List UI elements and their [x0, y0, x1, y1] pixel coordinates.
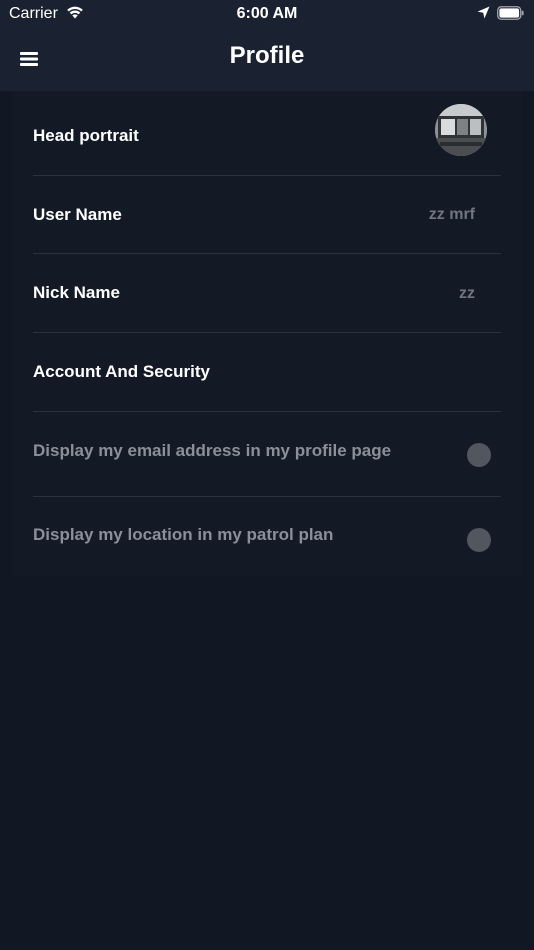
status-bar: Carrier 6:00 AM: [0, 0, 534, 28]
email-display-label: Display my email address in my profile p…: [33, 441, 392, 460]
battery-icon: [497, 6, 524, 20]
email-display-toggle[interactable]: [467, 443, 491, 467]
location-display-label: Display my location in my patrol plan: [33, 525, 334, 544]
head-portrait-label: Head portrait: [33, 126, 139, 145]
page-title: Profile: [229, 42, 305, 69]
profile-panel: Head portrait User Name zz mrf Nick Name…: [12, 91, 522, 576]
avatar[interactable]: [435, 104, 487, 156]
nick-name-label: Nick Name: [33, 283, 120, 302]
clock: 6:00 AM: [236, 5, 298, 22]
location-display-row: Display my location in my patrol plan: [33, 497, 501, 576]
nick-name-value: zz: [459, 285, 475, 302]
user-name-value: zz mrf: [428, 206, 475, 223]
location-display-toggle[interactable]: [467, 528, 491, 552]
location-arrow-icon: [477, 6, 490, 19]
head-portrait-row[interactable]: Head portrait: [33, 91, 501, 175]
avatar-image: [435, 104, 487, 156]
user-name-row[interactable]: User Name zz mrf: [33, 176, 501, 254]
email-display-row: Display my email address in my profile p…: [33, 412, 501, 496]
nick-name-row[interactable]: Nick Name zz: [33, 254, 501, 332]
nav-bar: Profile: [0, 28, 534, 91]
account-security-label: Account And Security: [33, 362, 210, 381]
header: Carrier 6:00 AM Profile: [0, 0, 534, 91]
user-name-label: User Name: [33, 205, 122, 224]
account-security-row[interactable]: Account And Security: [33, 333, 501, 411]
